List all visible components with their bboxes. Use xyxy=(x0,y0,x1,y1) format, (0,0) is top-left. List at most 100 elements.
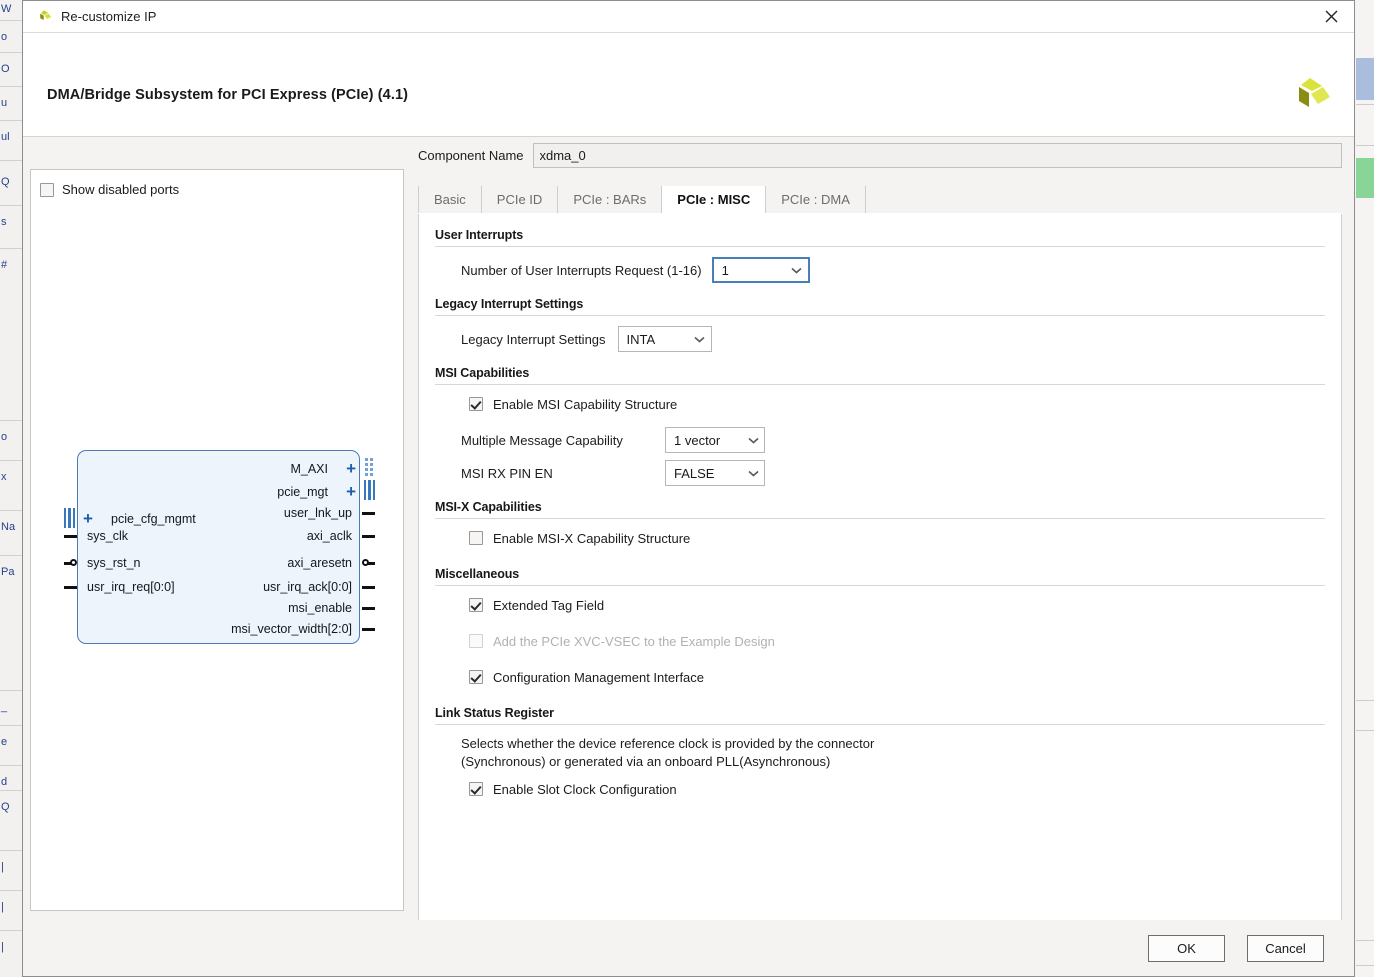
section-miscellaneous: Miscellaneous Extended Tag Field Add the… xyxy=(435,567,1325,686)
num-user-interrupts-select[interactable]: 1 xyxy=(711,257,810,283)
port-msi-enable: msi_enable xyxy=(288,601,352,615)
background-divider xyxy=(0,460,22,461)
xvc-vsec-label: Add the PCIe XVC-VSEC to the Example Des… xyxy=(493,633,775,649)
background-text-fragment: ul xyxy=(1,131,10,143)
legacy-interrupt-value: INTA xyxy=(626,331,656,347)
background-text-fragment: u xyxy=(1,97,8,109)
extended-tag-label: Extended Tag Field xyxy=(493,597,605,613)
background-text-fragment: Pa xyxy=(1,566,15,578)
background-right-sliver xyxy=(1354,0,1374,977)
component-name-input[interactable] xyxy=(532,143,1342,168)
background-text-fragment: e xyxy=(1,736,8,748)
background-divider-6 xyxy=(1356,965,1374,966)
background-divider-5 xyxy=(1356,940,1374,941)
background-text-fragment: Q xyxy=(1,801,10,813)
background-divider xyxy=(0,420,22,421)
enable-msix-label: Enable MSI-X Capability Structure xyxy=(493,530,691,546)
page-title: DMA/Bridge Subsystem for PCI Express (PC… xyxy=(47,87,409,103)
background-green-strip xyxy=(1356,158,1374,198)
recustomize-ip-dialog: Re-customize IP DMA/Bridge Subsystem for… xyxy=(22,0,1355,977)
row-num-user-interrupts: Number of User Interrupts Request (1-16)… xyxy=(461,257,1325,283)
background-divider xyxy=(0,555,22,556)
port-pcie-cfg-mgmt: pcie_cfg_mgmt xyxy=(111,512,196,526)
enable-msix-box xyxy=(469,531,483,545)
pcie-cfg-mgmt-expand-icon[interactable]: + xyxy=(83,510,93,527)
m-axi-expand-icon[interactable]: + xyxy=(346,460,356,477)
close-icon[interactable] xyxy=(1308,1,1354,31)
port-msi-vector-width: msi_vector_width[2:0] xyxy=(231,622,352,636)
section-msix: MSI-X Capabilities Enable MSI-X Capabili… xyxy=(435,500,1325,547)
legacy-interrupt-select[interactable]: INTA xyxy=(617,326,712,352)
enable-msix-checkbox[interactable]: Enable MSI-X Capability Structure xyxy=(469,529,1325,547)
cfg-mgmt-if-label: Configuration Management Interface xyxy=(493,669,705,685)
dialog-header: DMA/Bridge Subsystem for PCI Express (PC… xyxy=(23,33,1354,155)
enable-msi-checkbox[interactable]: Enable MSI Capability Structure xyxy=(469,395,1325,413)
num-user-interrupts-value: 1 xyxy=(721,262,729,278)
background-blue-strip xyxy=(1356,58,1374,100)
show-disabled-ports-checkbox[interactable]: Show disabled ports xyxy=(40,182,179,197)
section-title-user-interrupts: User Interrupts xyxy=(435,228,1325,247)
background-text-fragment: _ xyxy=(1,701,8,713)
section-legacy-interrupt: Legacy Interrupt Settings Legacy Interru… xyxy=(435,297,1325,352)
dialog-titlebar: Re-customize IP xyxy=(23,1,1354,33)
tab-pcie-id[interactable]: PCIe ID xyxy=(481,186,559,213)
tab-basic[interactable]: Basic xyxy=(418,186,482,213)
tab-pane: Basic PCIe ID PCIe : BARs PCIe : MISC PC… xyxy=(418,185,1342,940)
background-text-fragment: x xyxy=(1,471,7,483)
component-name-row: Component Name xyxy=(418,143,1342,168)
background-divider xyxy=(0,248,22,249)
background-divider xyxy=(0,205,22,206)
link-status-description-line1: Selects whether the device reference clo… xyxy=(461,736,875,751)
background-divider xyxy=(0,725,22,726)
port-m-axi: M_AXI xyxy=(290,462,328,476)
cfg-mgmt-if-box xyxy=(469,670,483,684)
dialog-button-bar: OK Cancel xyxy=(23,920,1354,976)
multiple-message-select[interactable]: 1 vector xyxy=(665,427,765,453)
chevron-down-icon xyxy=(689,336,711,343)
enable-msi-label: Enable MSI Capability Structure xyxy=(493,396,678,412)
section-link-status: Link Status Register Selects whether the… xyxy=(435,706,1325,798)
chevron-down-icon xyxy=(742,437,764,444)
xvc-vsec-box xyxy=(469,634,483,648)
m-axi-busdots xyxy=(365,458,376,478)
section-title-msix: MSI-X Capabilities xyxy=(435,500,1325,519)
background-divider xyxy=(0,890,22,891)
row-msi-rx-pin-en: MSI RX PIN EN FALSE xyxy=(461,460,1325,486)
ok-button[interactable]: OK xyxy=(1148,934,1225,962)
background-divider xyxy=(0,690,22,691)
background-divider xyxy=(0,790,22,791)
extended-tag-checkbox[interactable]: Extended Tag Field xyxy=(469,596,1325,614)
sys-clk-pin xyxy=(64,535,77,538)
background-text-fragment: O xyxy=(1,63,10,75)
row-legacy-interrupt: Legacy Interrupt Settings INTA xyxy=(461,326,1325,352)
chevron-down-icon xyxy=(742,470,764,477)
background-text-fragment: s xyxy=(1,216,7,228)
ip-block-diagram: + pcie_cfg_mgmt sys_clk sys_rst_n usr_ir… xyxy=(64,450,375,646)
section-title-msi: MSI Capabilities xyxy=(435,366,1325,385)
tab-pcie-bars[interactable]: PCIe : BARs xyxy=(558,186,663,213)
row-multiple-message: Multiple Message Capability 1 vector xyxy=(461,427,1325,453)
background-text-fragment: | xyxy=(1,861,4,873)
section-title-miscellaneous: Miscellaneous xyxy=(435,567,1325,586)
axi-aclk-pin xyxy=(362,535,375,538)
background-divider xyxy=(0,160,22,161)
port-diagram-panel: Show disabled ports + pcie_cfg_mgmt sys_… xyxy=(30,169,404,911)
background-left-sliver: Wo Ou ul Qs # o x Na Pa _ e d Q | | | xyxy=(0,0,23,977)
pcie-mgt-expand-icon[interactable]: + xyxy=(346,483,356,500)
port-usr-irq-ack: usr_irq_ack[0:0] xyxy=(263,580,352,594)
msi-rx-pin-en-select[interactable]: FALSE xyxy=(665,460,765,486)
background-text-fragment: W xyxy=(1,3,12,15)
background-divider xyxy=(0,52,22,53)
background-text-fragment: o xyxy=(1,31,8,43)
background-divider-1 xyxy=(1356,104,1374,105)
section-title-link-status: Link Status Register xyxy=(435,706,1325,725)
tab-pcie-dma[interactable]: PCIe : DMA xyxy=(766,186,866,213)
cfg-mgmt-if-checkbox[interactable]: Configuration Management Interface xyxy=(469,668,1325,686)
enable-slot-clock-checkbox[interactable]: Enable Slot Clock Configuration xyxy=(469,780,1325,798)
background-text-fragment: d xyxy=(1,776,8,788)
background-text-fragment: Q xyxy=(1,176,10,188)
port-usr-irq-req: usr_irq_req[0:0] xyxy=(87,580,175,594)
background-divider-3 xyxy=(1356,700,1374,701)
cancel-button[interactable]: Cancel xyxy=(1247,934,1324,962)
tab-pcie-misc[interactable]: PCIe : MISC xyxy=(662,186,767,213)
